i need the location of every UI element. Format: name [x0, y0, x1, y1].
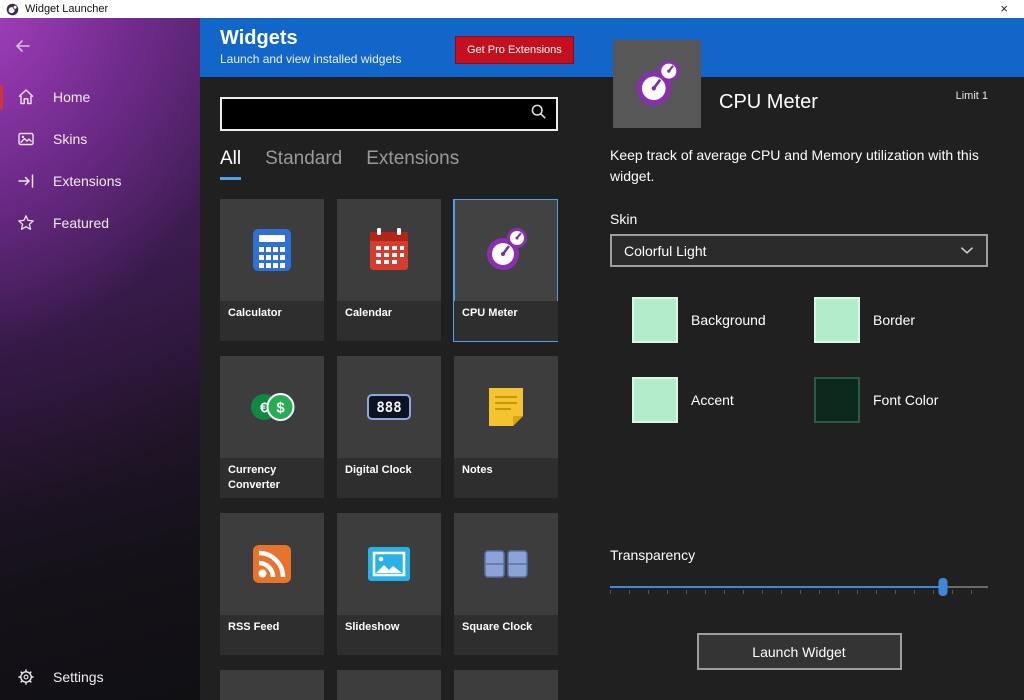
- svg-text:$: $: [276, 400, 285, 417]
- font-color-swatch[interactable]: [814, 377, 860, 423]
- skin-dropdown-value: Colorful Light: [624, 243, 707, 259]
- sidebar-item-label: Skins: [53, 131, 87, 147]
- titlebar: Widget Launcher ×: [0, 0, 1024, 18]
- star-icon: [16, 213, 36, 233]
- skin-label: Skin: [610, 211, 988, 227]
- widget-tile[interactable]: [337, 670, 441, 700]
- widget-tile-label: Calculator: [220, 301, 324, 341]
- home-icon: [16, 87, 36, 107]
- widget-tile-label: Digital Clock: [337, 458, 441, 498]
- app-body: Home Skins Extensions Featured: [0, 18, 1024, 700]
- notes-icon: [454, 356, 558, 458]
- get-pro-extensions-button[interactable]: Get Pro Extensions: [455, 36, 574, 64]
- slider-ticks: [610, 590, 988, 594]
- widget-tile-square-clock[interactable]: Square Clock: [454, 513, 558, 655]
- slider-fill: [610, 586, 943, 588]
- chevron-down-icon: [960, 246, 974, 255]
- main-panel: Widgets Launch and view installed widget…: [200, 18, 1024, 700]
- widget-tile-notes[interactable]: Notes: [454, 356, 558, 498]
- search-icon[interactable]: [530, 103, 547, 125]
- calendar-icon: [337, 199, 441, 301]
- swatch-font-color: Font Color: [814, 377, 988, 423]
- widget-tile-label: Notes: [454, 458, 558, 498]
- widget-tile-digital-clock[interactable]: 888 Digital Clock: [337, 356, 441, 498]
- widget-tile-label: CPU Meter: [454, 301, 558, 341]
- accent-color-swatch[interactable]: [632, 377, 678, 423]
- cpu-meter-hero-tile: [613, 40, 701, 128]
- widget-tile[interactable]: [220, 670, 324, 700]
- window-title: Widget Launcher: [25, 3, 108, 15]
- tab-extensions[interactable]: Extensions: [366, 148, 459, 180]
- sidebar-item-extensions[interactable]: Extensions: [0, 160, 200, 202]
- sidebar: Home Skins Extensions Featured: [0, 18, 200, 700]
- transparency-label: Transparency: [610, 547, 988, 563]
- widget-library: All Standard Extensions Calculator: [220, 77, 558, 700]
- widget-tile-currency-converter[interactable]: €$ Currency Converter: [220, 356, 324, 498]
- cpu-meter-icon: [628, 55, 686, 113]
- color-swatches: Background Border Accent: [610, 297, 988, 423]
- widget-tile[interactable]: [454, 670, 558, 700]
- swatch-label: Background: [691, 312, 766, 328]
- widget-tile-label: Currency Converter: [220, 458, 324, 498]
- library-tabs: All Standard Extensions: [220, 148, 558, 180]
- slideshow-icon: [337, 513, 441, 615]
- widget-tile-label: RSS Feed: [220, 615, 324, 655]
- swatch-background: Background: [632, 297, 814, 343]
- cpu-meter-icon: [454, 199, 558, 301]
- rss-icon: [220, 513, 324, 615]
- sidebar-item-label: Extensions: [53, 173, 121, 189]
- calculator-icon: [220, 199, 324, 301]
- skin-dropdown[interactable]: Colorful Light: [610, 234, 988, 267]
- back-button[interactable]: [12, 36, 38, 58]
- gear-icon: [16, 667, 36, 687]
- sidebar-item-home[interactable]: Home: [0, 76, 200, 118]
- transparency-slider[interactable]: [610, 577, 988, 597]
- extensions-icon: [16, 171, 36, 191]
- detail-title: CPU Meter: [719, 91, 818, 128]
- background-color-swatch[interactable]: [632, 297, 678, 343]
- sidebar-item-label: Settings: [53, 669, 104, 685]
- swatch-label: Accent: [691, 392, 734, 408]
- app-icon: [6, 3, 19, 16]
- tab-standard[interactable]: Standard: [265, 148, 342, 180]
- widget-tile-cpu-meter[interactable]: CPU Meter: [454, 199, 558, 341]
- widget-grid: Calculator Calendar CPU Meter: [220, 199, 558, 700]
- sidebar-item-featured[interactable]: Featured: [0, 202, 200, 244]
- sidebar-nav: Home Skins Extensions Featured: [0, 76, 200, 244]
- widget-detail-panel: CPU Meter Limit 1 Keep track of average …: [610, 77, 1024, 700]
- swatch-accent: Accent: [632, 377, 814, 423]
- square-clock-icon: [454, 513, 558, 615]
- back-arrow-icon: [12, 36, 34, 56]
- search-input[interactable]: [231, 107, 530, 122]
- currency-converter-icon: €$: [220, 356, 324, 458]
- sidebar-item-settings[interactable]: Settings: [0, 656, 200, 698]
- digital-clock-icon: 888: [337, 356, 441, 458]
- swatch-label: Font Color: [873, 392, 938, 408]
- widget-tile-calendar[interactable]: Calendar: [337, 199, 441, 341]
- launch-widget-button[interactable]: Launch Widget: [697, 633, 902, 670]
- detail-hero: CPU Meter Limit 1: [613, 40, 988, 128]
- search-box: [220, 97, 558, 131]
- svg-text:888: 888: [376, 400, 401, 416]
- swatch-label: Border: [873, 312, 915, 328]
- widget-tile-rss-feed[interactable]: RSS Feed: [220, 513, 324, 655]
- widget-tile-slideshow[interactable]: Slideshow: [337, 513, 441, 655]
- skins-icon: [16, 129, 36, 149]
- swatch-border: Border: [814, 297, 988, 343]
- sidebar-item-label: Home: [53, 89, 90, 105]
- limit-badge: Limit 1: [956, 90, 988, 128]
- widget-tile-calculator[interactable]: Calculator: [220, 199, 324, 341]
- widget-tile-label: Square Clock: [454, 615, 558, 655]
- slider-thumb[interactable]: [938, 578, 947, 596]
- sidebar-item-label: Featured: [53, 215, 109, 231]
- sidebar-item-skins[interactable]: Skins: [0, 118, 200, 160]
- border-color-swatch[interactable]: [814, 297, 860, 343]
- detail-description: Keep track of average CPU and Memory uti…: [610, 145, 988, 187]
- widget-tile-label: Slideshow: [337, 615, 441, 655]
- tab-all[interactable]: All: [220, 148, 241, 180]
- close-icon[interactable]: ×: [990, 0, 1018, 18]
- widget-tile-label: Calendar: [337, 301, 441, 341]
